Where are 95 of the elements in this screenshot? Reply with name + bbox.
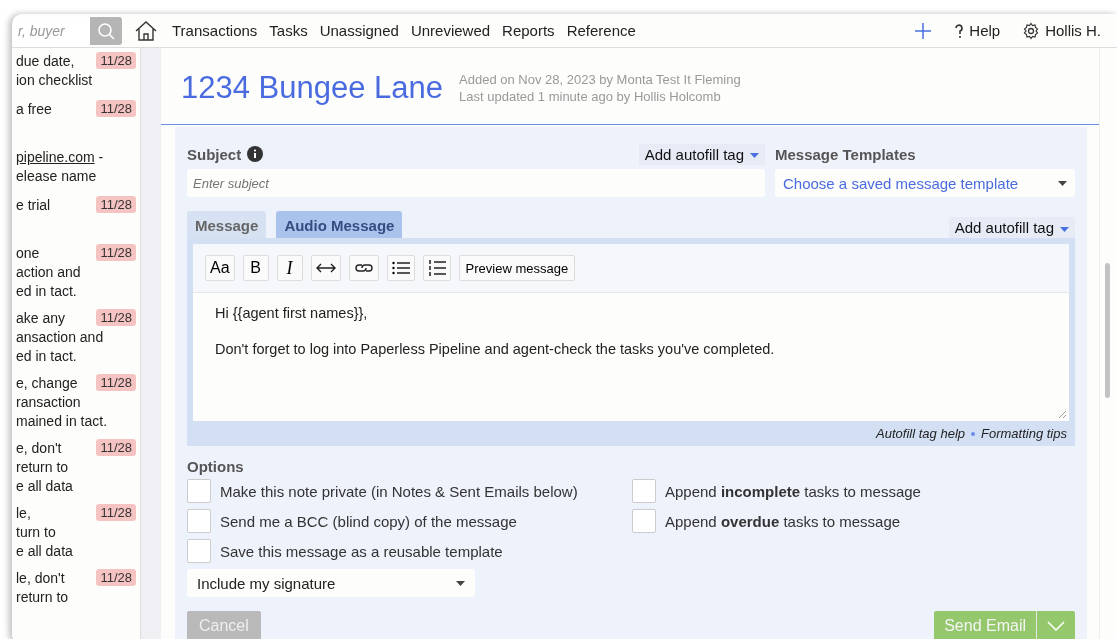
due-date-badge: 11/28 (96, 504, 136, 521)
numbered-list-icon (427, 260, 446, 276)
link-icon (353, 262, 374, 274)
message-field[interactable]: Hi {{agent first names}}, Don't forget to log into Paperless Pipeline and agent-check the tasks you've completed. (193, 293, 1069, 421)
toolbar-button[interactable]: B (242, 255, 269, 281)
due-date-badge: 11/28 (96, 196, 136, 213)
toolbar-button[interactable]: Aa (205, 255, 235, 281)
task-text: e all data (16, 478, 73, 494)
option-label: Send me a BCC (blind copy) of the message (220, 512, 517, 530)
options-label: Options (187, 458, 245, 475)
toolbar-button[interactable] (348, 255, 379, 281)
caret-icon (456, 580, 465, 586)
updated-info: Last updated 1 minute ago by Hollis Holcomb (459, 88, 722, 105)
plus-icon[interactable] (914, 21, 933, 40)
task-text: elease name (16, 168, 97, 184)
nav-link[interactable]: Tasks (269, 22, 308, 39)
message-tab[interactable]: Message (187, 211, 267, 238)
task-text: ransaction (16, 394, 81, 410)
task-text: ed in tact. (16, 348, 77, 364)
checkbox[interactable] (187, 539, 211, 563)
help-icon[interactable] (954, 22, 965, 39)
task-text: ansaction and (16, 329, 104, 345)
option-label: Make this note private (in Notes & Sent Emails below) (220, 482, 578, 500)
option-label: Save this message as a reusable template (220, 542, 503, 560)
nav-link[interactable]: Reports (502, 22, 555, 39)
toolbar-button[interactable]: I (276, 255, 303, 281)
search-button[interactable] (90, 16, 122, 45)
help-link[interactable]: Help (969, 22, 1001, 39)
task-text: ake any (16, 310, 66, 326)
home-icon[interactable] (134, 19, 158, 42)
task-text: mained in tact. (16, 413, 108, 429)
checkbox[interactable] (632, 509, 656, 533)
nav-link[interactable]: Transactions (172, 22, 258, 39)
task-text: action and (16, 264, 81, 280)
task-text: le, (16, 505, 31, 521)
task-text: turn to (16, 524, 56, 540)
user-menu[interactable]: Hollis H. (1045, 22, 1101, 39)
added-info: Added on Nov 28, 2023 by Monta Test It Fleming (459, 71, 741, 88)
nav-link[interactable]: Unreviewed (410, 22, 491, 39)
gear-icon[interactable] (1022, 21, 1041, 40)
scrollbar-thumb[interactable] (1105, 263, 1110, 398)
separator-dot (971, 431, 975, 436)
task-text: ed in tact. (16, 283, 77, 299)
task-text: e, don't (16, 440, 62, 456)
due-date-badge: 11/28 (96, 309, 136, 326)
send-options-button[interactable] (1036, 611, 1075, 639)
task-text: one (16, 245, 40, 261)
caret-icon (1058, 180, 1067, 186)
task-text: e trial (16, 197, 51, 213)
task-text: return to (16, 589, 69, 605)
task-text: - (97, 149, 104, 165)
task-text: a free (16, 101, 52, 117)
due-date-badge: 11/28 (96, 439, 136, 456)
nav-link[interactable]: Unassigned (319, 22, 399, 39)
autofill-dropdown[interactable]: Add autofill tag (948, 217, 1075, 238)
task-text: e all data (16, 543, 73, 559)
double-arrow-icon (315, 263, 336, 273)
due-date-badge: 11/28 (96, 100, 136, 117)
help-link[interactable]: Autofill tag help (876, 426, 965, 441)
template-select[interactable]: Choose a saved message template (775, 169, 1075, 197)
option-label: Append incomplete tasks to message (665, 482, 921, 500)
due-date-badge: 11/28 (96, 569, 136, 586)
caret-icon (1060, 226, 1069, 232)
search-icon (97, 21, 115, 40)
checkbox[interactable] (187, 479, 211, 503)
info-icon[interactable] (247, 146, 264, 162)
task-text: due date, (16, 53, 75, 69)
help-link[interactable]: Formatting tips (981, 426, 1067, 441)
task-link[interactable]: pipeline.com (16, 149, 95, 165)
option-label: Append overdue tasks to message (665, 512, 901, 530)
caret-icon (750, 153, 759, 159)
task-text: le, don't (16, 570, 65, 586)
checkbox[interactable] (187, 509, 211, 533)
resize-handle-icon[interactable] (1058, 410, 1066, 418)
toolbar-button[interactable]: Preview message (458, 255, 576, 281)
due-date-badge: 11/28 (96, 244, 136, 261)
chevron-down-icon (1047, 620, 1065, 631)
transaction-title: 1234 Bungee Lane (181, 70, 444, 106)
checkbox[interactable] (632, 479, 656, 503)
toolbar-button[interactable] (422, 255, 451, 281)
task-text: e, change (16, 375, 78, 391)
task-text: ion checklist (16, 72, 93, 88)
signature-select[interactable]: Include my signature (187, 569, 475, 597)
autofill-dropdown[interactable]: Add autofill tag (638, 143, 765, 165)
toolbar-button[interactable] (386, 255, 415, 281)
nav-link[interactable]: Reference (566, 22, 636, 39)
due-date-badge: 11/28 (96, 52, 136, 69)
message-tab[interactable]: Audio Message (276, 211, 403, 238)
subject-label: Subject (187, 145, 242, 163)
subject-field[interactable]: Enter subject (187, 169, 765, 197)
templates-label: Message Templates (775, 145, 916, 163)
due-date-badge: 11/28 (96, 374, 136, 391)
toolbar-button[interactable] (310, 255, 341, 281)
task-text: return to (16, 459, 69, 475)
bullet-list-icon (391, 261, 410, 275)
